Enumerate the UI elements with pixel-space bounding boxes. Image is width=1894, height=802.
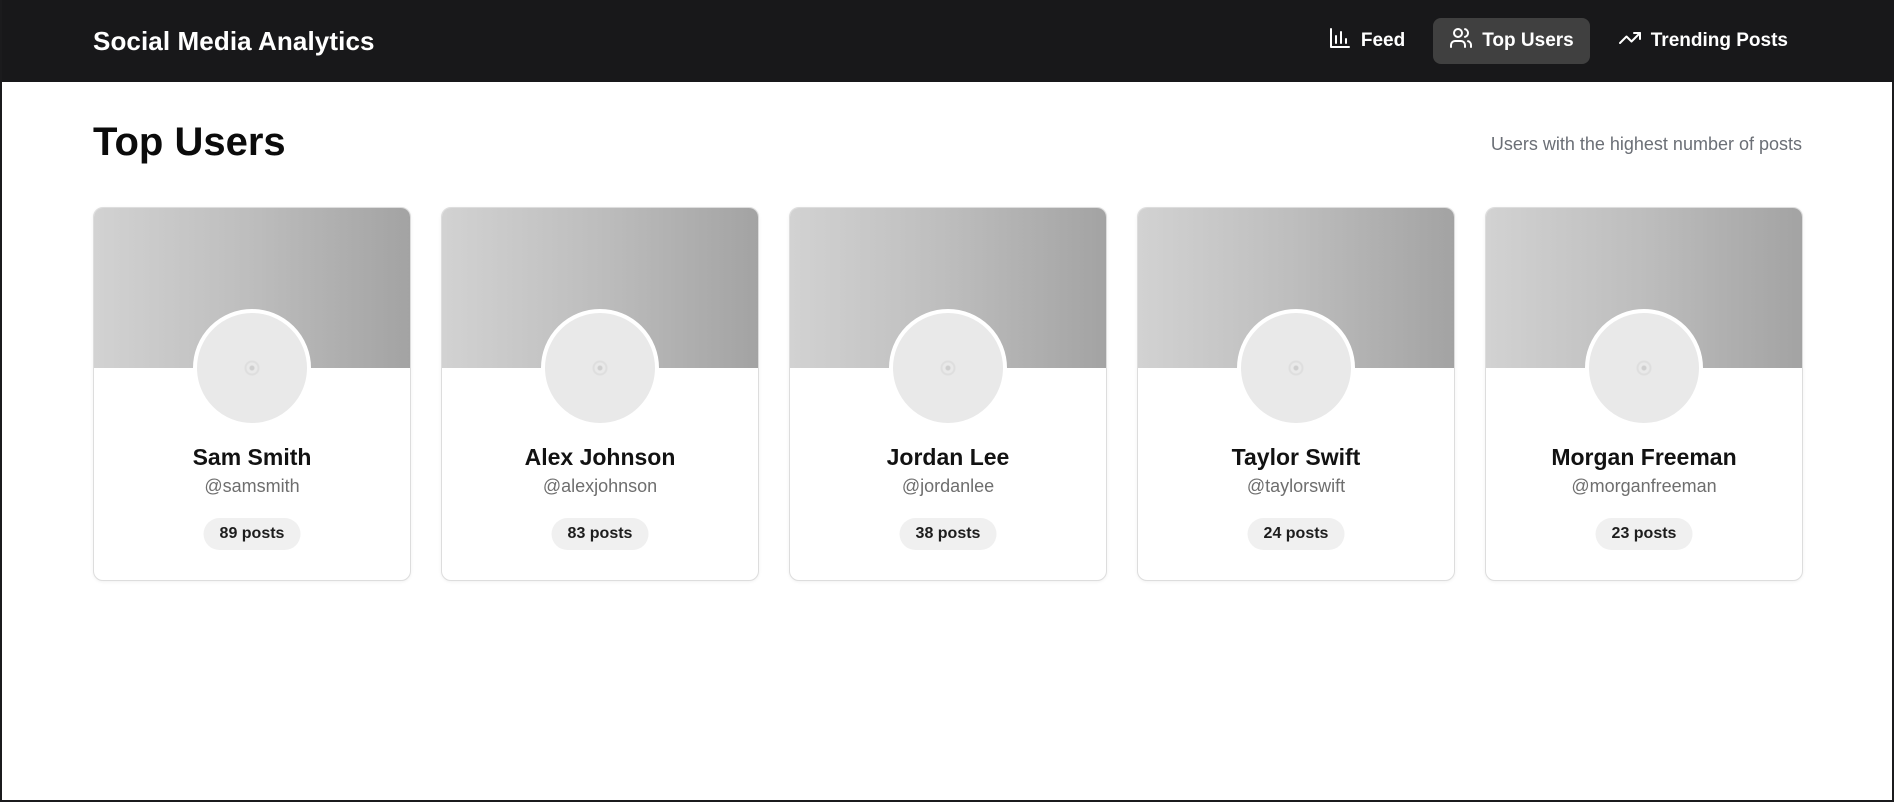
nav-feed[interactable]: Feed xyxy=(1312,18,1421,64)
bar-chart-icon xyxy=(1328,26,1352,56)
page-title: Top Users xyxy=(93,120,286,164)
avatar xyxy=(1237,309,1355,427)
user-name: Morgan Freeman xyxy=(1551,444,1737,470)
posts-count-badge: 89 posts xyxy=(203,518,301,550)
trending-up-icon xyxy=(1618,26,1642,56)
app-window: Social Media Analytics Feed Top Users Tr… xyxy=(0,0,1894,802)
user-card[interactable]: Taylor Swift @taylorswift 24 posts xyxy=(1137,207,1455,581)
posts-count-badge: 23 posts xyxy=(1595,518,1693,550)
avatar-placeholder-icon xyxy=(1285,357,1307,379)
user-handle: @morganfreeman xyxy=(1571,476,1717,496)
user-card[interactable]: Alex Johnson @alexjohnson 83 posts xyxy=(441,207,759,581)
avatar xyxy=(193,309,311,427)
user-card-grid: Sam Smith @samsmith 89 posts Alex Johnso… xyxy=(93,207,1803,581)
nav-trending-posts[interactable]: Trending Posts xyxy=(1602,18,1804,64)
user-handle: @samsmith xyxy=(204,476,300,496)
user-handle: @jordanlee xyxy=(901,476,995,496)
user-name: Sam Smith xyxy=(192,444,312,470)
user-card[interactable]: Morgan Freeman @morganfreeman 23 posts xyxy=(1485,207,1803,581)
posts-count-badge: 24 posts xyxy=(1247,518,1345,550)
posts-count-badge: 38 posts xyxy=(899,518,997,550)
main-nav: Feed Top Users Trending Posts xyxy=(1312,18,1804,64)
avatar-placeholder-icon xyxy=(241,357,263,379)
avatar-placeholder-icon xyxy=(1633,357,1655,379)
avatar xyxy=(889,309,1007,427)
nav-feed-label: Feed xyxy=(1360,30,1406,51)
user-card[interactable]: Jordan Lee @jordanlee 38 posts xyxy=(789,207,1107,581)
posts-count-badge: 83 posts xyxy=(551,518,649,550)
nav-top-users[interactable]: Top Users xyxy=(1433,18,1590,64)
user-handle: @taylorswift xyxy=(1246,476,1346,496)
user-name: Taylor Swift xyxy=(1231,444,1361,470)
page-subtitle: Users with the highest number of posts xyxy=(1490,134,1802,154)
user-name: Jordan Lee xyxy=(886,444,1010,470)
avatar-placeholder-icon xyxy=(937,357,959,379)
app-title[interactable]: Social Media Analytics xyxy=(93,26,375,57)
users-icon xyxy=(1449,26,1473,56)
nav-trending-posts-label: Trending Posts xyxy=(1650,30,1788,51)
avatar xyxy=(1585,309,1703,427)
user-card[interactable]: Sam Smith @samsmith 89 posts xyxy=(93,207,411,581)
user-handle: @alexjohnson xyxy=(542,476,658,496)
avatar xyxy=(541,309,659,427)
nav-top-users-label: Top Users xyxy=(1482,30,1574,51)
user-name: Alex Johnson xyxy=(524,444,676,470)
top-navbar: Social Media Analytics Feed Top Users Tr… xyxy=(2,0,1894,82)
avatar-placeholder-icon xyxy=(589,357,611,379)
